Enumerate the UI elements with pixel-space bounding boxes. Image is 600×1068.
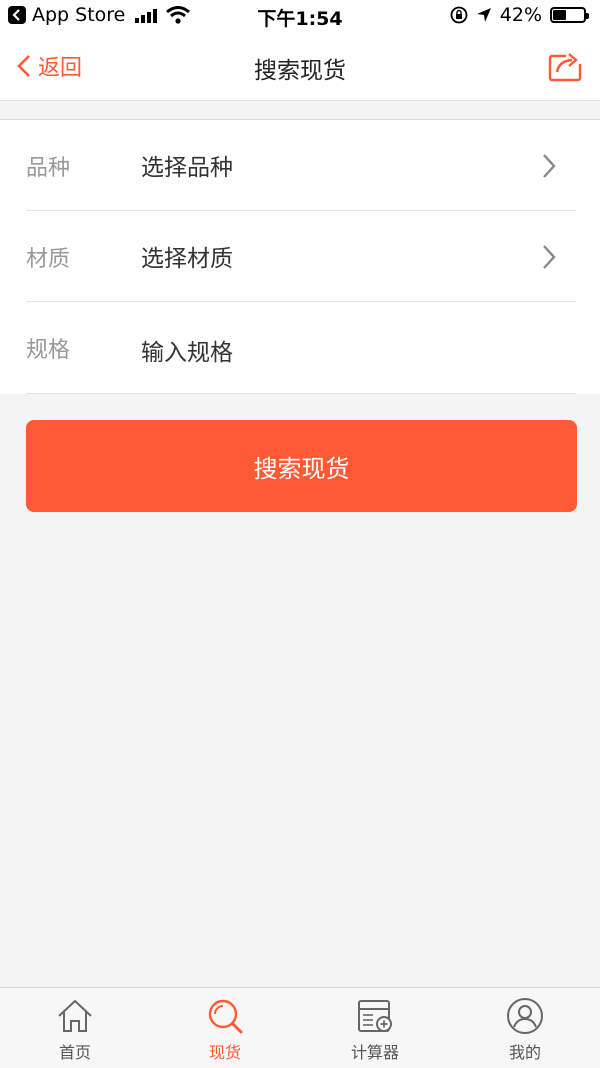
section-divider bbox=[0, 100, 600, 120]
chevron-right-icon bbox=[543, 154, 556, 178]
spec-label: 规格 bbox=[26, 338, 71, 363]
variety-select[interactable]: 选择品种 bbox=[141, 148, 233, 182]
user-icon bbox=[507, 998, 543, 1034]
search-icon bbox=[208, 999, 243, 1034]
tab-home[interactable]: 首页 bbox=[0, 988, 150, 1068]
tab-calculator[interactable]: 计算器 bbox=[300, 988, 450, 1068]
variety-row[interactable]: 品种 选择品种 bbox=[26, 120, 576, 211]
search-button[interactable]: 搜索现货 bbox=[26, 420, 577, 512]
search-form: 品种 选择品种 材质 选择材质 规格 输入规格 bbox=[0, 120, 600, 394]
tab-mine[interactable]: 我的 bbox=[450, 988, 600, 1068]
tab-home-label: 首页 bbox=[58, 1043, 91, 1062]
chevron-right-icon bbox=[543, 245, 556, 269]
battery-percent: 42% bbox=[499, 4, 542, 26]
navigation-bar: 返回 搜索现货 bbox=[0, 34, 600, 100]
battery-icon bbox=[550, 7, 589, 23]
share-icon bbox=[548, 50, 584, 82]
tab-calculator-label: 计算器 bbox=[350, 1043, 399, 1062]
tab-stock[interactable]: 现货 bbox=[150, 988, 300, 1068]
rotation-lock-icon bbox=[450, 6, 468, 24]
tab-bar: 首页 现货 计算器 我的 bbox=[0, 987, 600, 1068]
material-row[interactable]: 材质 选择材质 bbox=[26, 211, 576, 302]
share-button[interactable] bbox=[548, 48, 584, 86]
spec-row[interactable]: 规格 输入规格 bbox=[26, 302, 576, 394]
material-label: 材质 bbox=[26, 247, 71, 272]
tab-mine-label: 我的 bbox=[508, 1043, 541, 1062]
page-title: 搜索现货 bbox=[254, 58, 346, 84]
battery-level bbox=[553, 10, 566, 20]
location-icon bbox=[476, 8, 491, 22]
calculator-icon bbox=[358, 1000, 392, 1032]
tab-stock-label: 现货 bbox=[208, 1043, 241, 1062]
spec-input[interactable]: 输入规格 bbox=[141, 333, 233, 367]
home-icon bbox=[58, 999, 92, 1032]
material-select[interactable]: 选择材质 bbox=[141, 239, 233, 273]
variety-label: 品种 bbox=[26, 156, 71, 181]
status-bar: App Store 下午1:54 42% bbox=[0, 0, 600, 34]
